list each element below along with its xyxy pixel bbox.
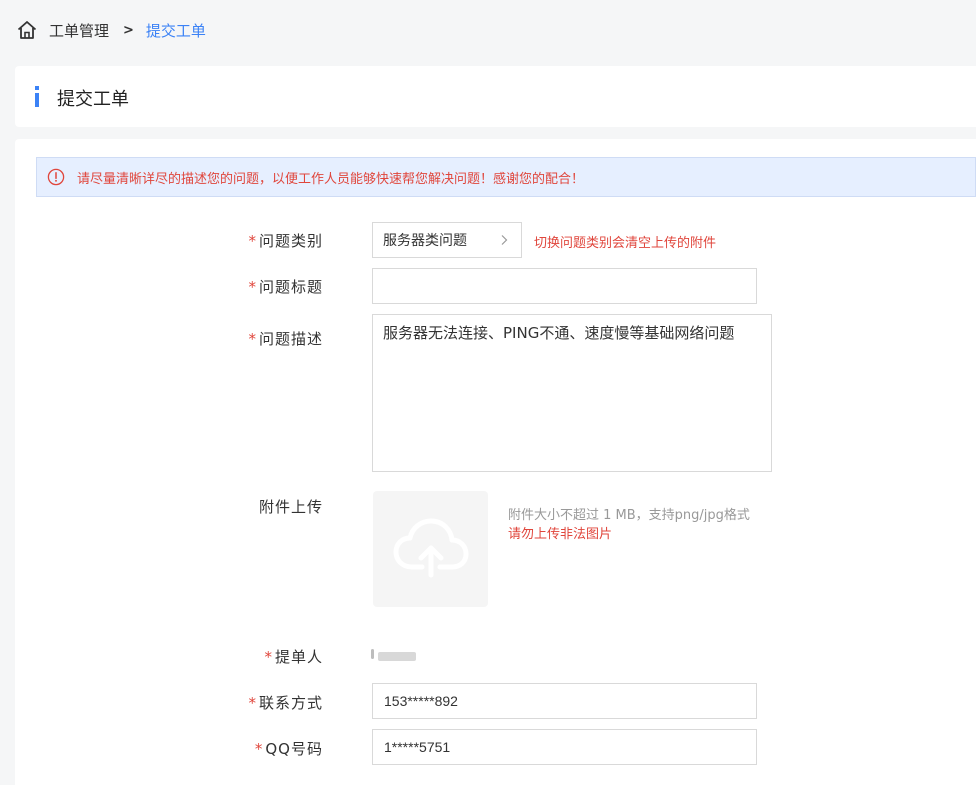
category-value: 服务器类问题 — [383, 233, 467, 249]
cloud-upload-icon — [392, 515, 470, 583]
attachment-size-hint: 附件大小不超过 1 MB，支持png/jpg格式 — [508, 508, 750, 523]
contact-label: * 联系方式 — [248, 694, 323, 712]
breadcrumb-parent[interactable]: 工单管理 — [49, 20, 109, 41]
notice-banner: 请尽量清晰详尽的描述您的问题，以便工作人员能够快速帮您解决问题！感谢您的配合！ — [36, 157, 976, 197]
attachment-warning-hint: 请勿上传非法图片 — [508, 527, 613, 542]
title-input[interactable] — [372, 268, 757, 304]
title-card: 提交工单 — [15, 66, 976, 127]
contact-input[interactable]: 153*****892 — [372, 683, 757, 719]
required-mark: * — [254, 740, 264, 758]
chevron-right-icon — [499, 234, 509, 246]
upload-area[interactable] — [373, 491, 488, 607]
submitter-name-redacted — [370, 648, 416, 662]
description-label: * 问题描述 — [248, 330, 323, 348]
notice-text: 请尽量清晰详尽的描述您的问题，以便工作人员能够快速帮您解决问题！感谢您的配合！ — [77, 171, 585, 187]
category-select[interactable]: 服务器类问题 — [372, 222, 522, 258]
breadcrumb-current: 提交工单 — [145, 21, 206, 40]
breadcrumb-separator: > — [123, 22, 134, 38]
required-mark: * — [248, 232, 257, 250]
submitter-label: * 提单人 — [264, 648, 323, 666]
page-title: 提交工单 — [57, 89, 129, 110]
required-mark: * — [264, 648, 273, 666]
qq-label: * QQ号码 — [254, 740, 323, 758]
required-mark: * — [248, 278, 257, 296]
required-mark: * — [248, 330, 257, 348]
category-hint: 切换问题类别会清空上传的附件 — [534, 236, 717, 251]
breadcrumb: 工单管理 > 提交工单 — [16, 18, 206, 42]
title-label: * 问题标题 — [248, 278, 323, 296]
category-label: * 问题类别 — [248, 232, 323, 250]
description-textarea[interactable]: 服务器无法连接、PING不通、速度慢等基础网络问题 — [372, 314, 772, 472]
home-icon[interactable] — [16, 19, 38, 41]
attachment-label: 附件上传 — [258, 498, 323, 516]
qq-input[interactable]: 1*****5751 — [372, 729, 757, 765]
title-accent-bar — [35, 86, 39, 107]
required-mark: * — [248, 694, 257, 712]
warning-circle-icon — [47, 168, 65, 186]
